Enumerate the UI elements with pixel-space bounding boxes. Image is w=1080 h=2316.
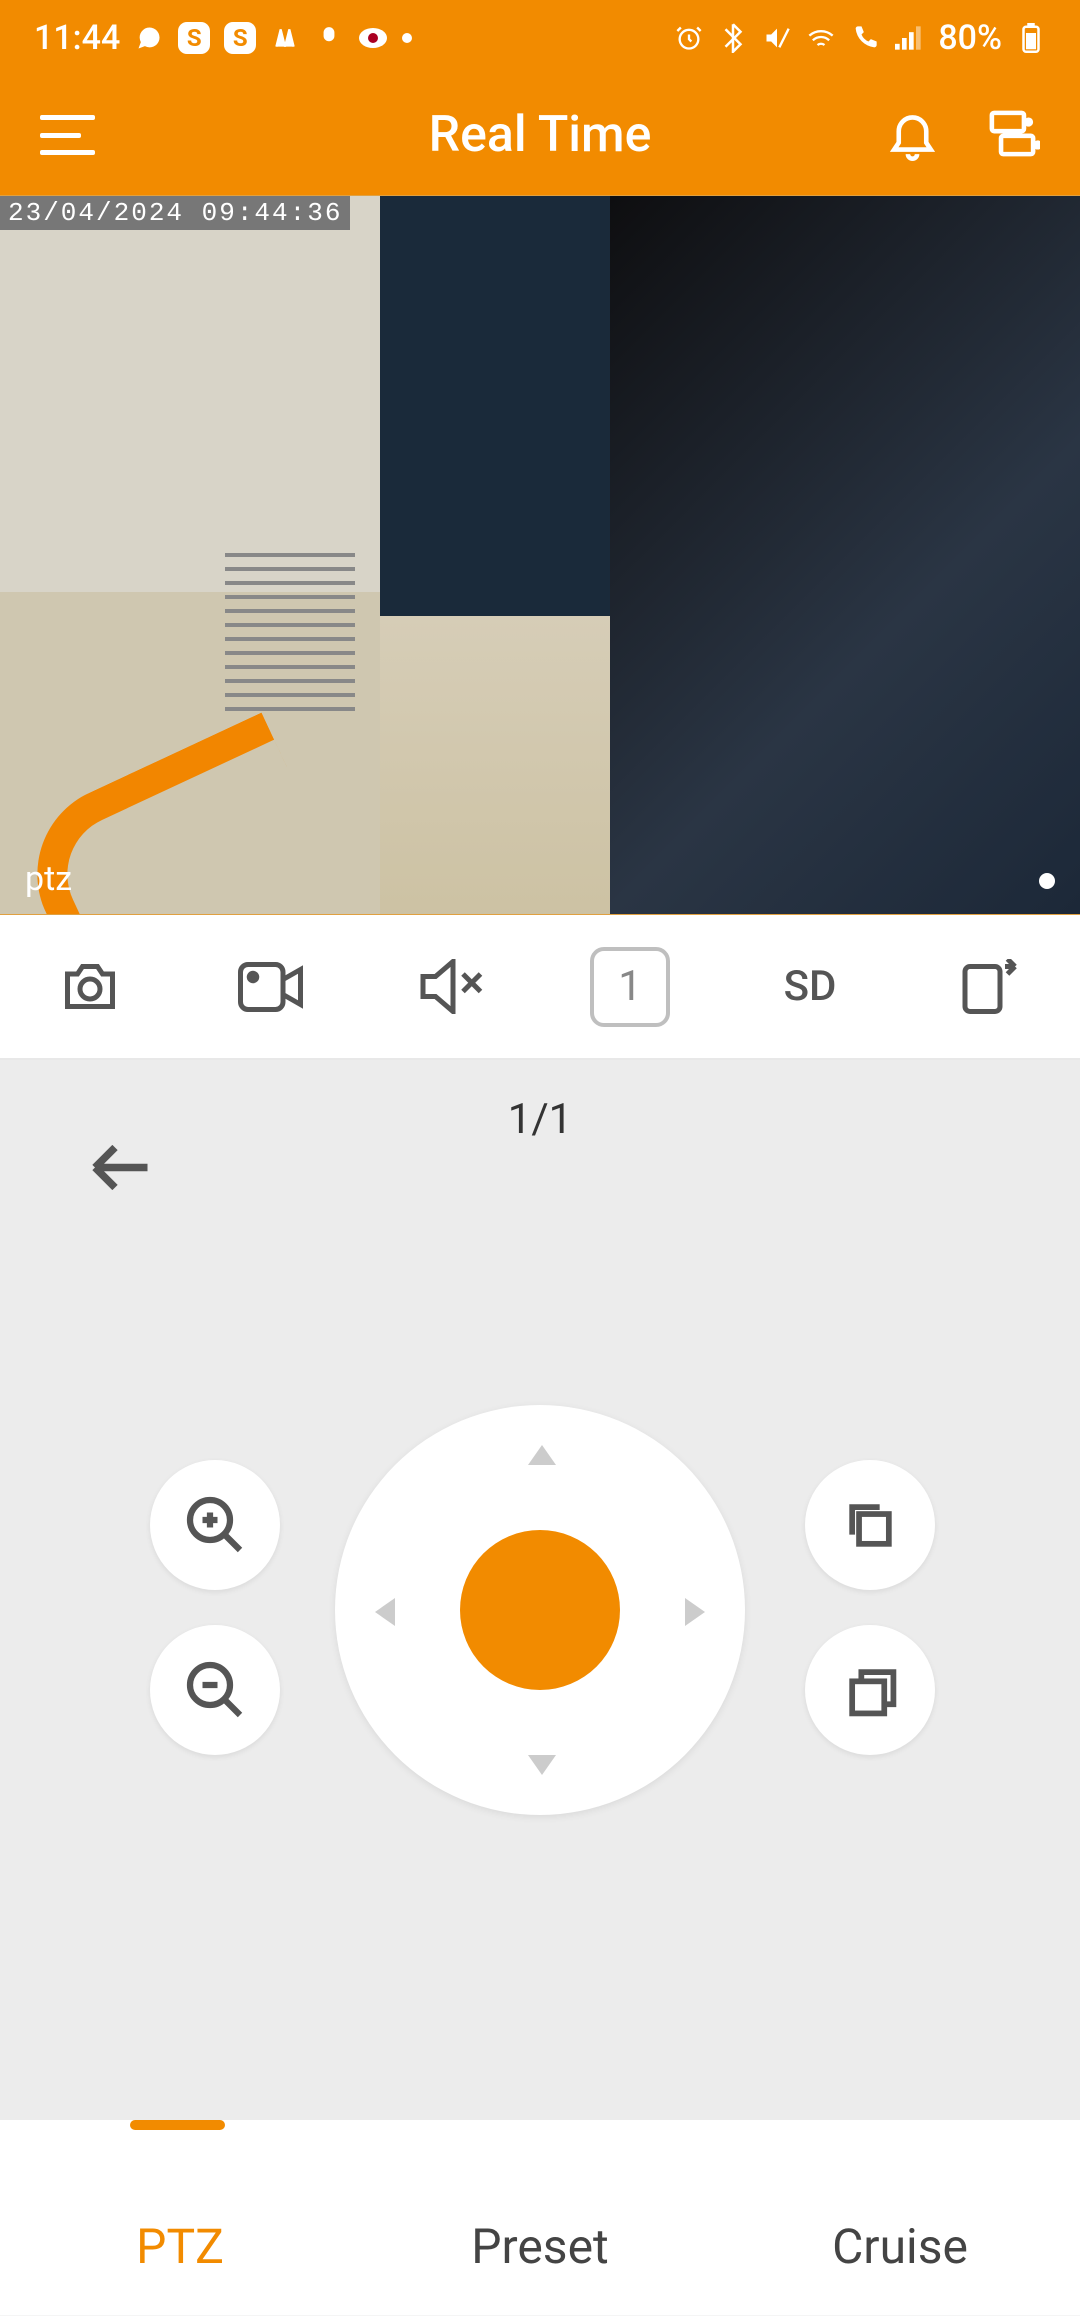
battery-icon (1016, 23, 1046, 53)
recording-indicator (1039, 873, 1055, 889)
video-viewport[interactable]: 23/04/2024 09:44:36 ptz (0, 195, 1080, 915)
tab-preset[interactable]: Preset (360, 2218, 720, 2275)
menu-button[interactable] (40, 115, 95, 155)
ptz-dpad (335, 1405, 745, 1815)
view-count-label: 1 (618, 962, 642, 1011)
ptz-up-button[interactable] (528, 1445, 556, 1465)
volte-icon (850, 23, 880, 53)
mute-icon (762, 23, 792, 53)
more-notifications-dot (402, 33, 412, 43)
back-button[interactable] (90, 1145, 150, 1194)
camera-name-label: ptz (25, 859, 72, 899)
skype-icon-2: S (224, 22, 256, 54)
mute-audio-button[interactable] (410, 947, 490, 1027)
signal-icon (894, 23, 924, 53)
page-indicator: 1/1 (508, 1095, 573, 1144)
chat-icon (134, 23, 164, 53)
misc-status-icon (270, 23, 300, 53)
ptz-right-button[interactable] (685, 1598, 705, 1626)
android-status-bar: 11:44 S S (0, 0, 1080, 75)
stream-quality-button[interactable]: SD (770, 947, 850, 1027)
focus-near-button[interactable] (805, 1625, 935, 1755)
zoom-in-button[interactable] (150, 1460, 280, 1590)
fullscreen-rotate-button[interactable] (950, 947, 1030, 1027)
tab-cruise[interactable]: Cruise (720, 2218, 1080, 2275)
alarm-icon (674, 23, 704, 53)
notifications-button[interactable] (885, 106, 940, 165)
battery-percent: 80% (938, 18, 1002, 58)
ptz-down-button[interactable] (528, 1755, 556, 1775)
active-tab-indicator (130, 2120, 225, 2130)
status-time: 11:44 (34, 18, 120, 58)
stream-mode-label: SD (784, 962, 837, 1011)
app-header: Real Time (0, 75, 1080, 195)
record-button[interactable] (230, 947, 310, 1027)
ptz-left-button[interactable] (375, 1598, 395, 1626)
page-title: Real Time (429, 106, 652, 164)
skype-icon: S (178, 22, 210, 54)
sync-icon (314, 23, 344, 53)
devices-button[interactable] (985, 106, 1040, 165)
osd-timestamp: 23/04/2024 09:44:36 (0, 196, 350, 230)
tab-ptz[interactable]: PTZ (0, 2218, 360, 2275)
zoom-out-button[interactable] (150, 1625, 280, 1755)
ptz-panel: 1/1 (0, 1060, 1080, 2120)
eye-icon (358, 23, 388, 53)
bluetooth-icon (718, 23, 748, 53)
video-toolbar: 1 SD (0, 915, 1080, 1060)
snapshot-button[interactable] (50, 947, 130, 1027)
view-layout-button[interactable]: 1 (590, 947, 670, 1027)
ptz-center-button[interactable] (460, 1530, 620, 1690)
wifi-calling-icon (806, 23, 836, 53)
focus-far-button[interactable] (805, 1460, 935, 1590)
camera-feed (0, 196, 1080, 914)
ptz-tabs: PTZ Preset Cruise (0, 2120, 1080, 2315)
